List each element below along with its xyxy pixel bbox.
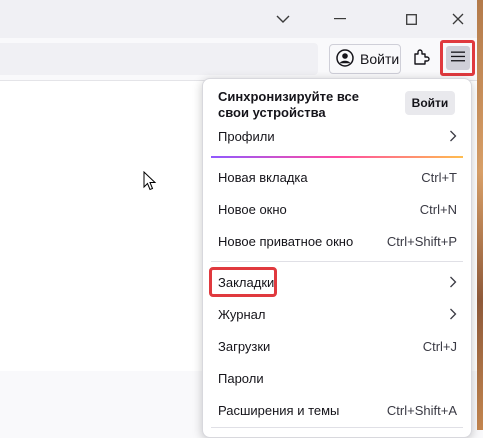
minimize-icon[interactable] <box>317 0 363 38</box>
menu-item-downloads[interactable]: Загрузки Ctrl+J <box>203 331 471 361</box>
menu-item-label: Пароли <box>218 370 264 386</box>
menu-item-new-private-window[interactable]: Новое приватное окно Ctrl+Shift+P <box>203 226 471 256</box>
menu-item-label: Расширения и темы <box>218 402 340 418</box>
nav-toolbar: Войти <box>0 38 483 81</box>
menu-item-passwords[interactable]: Пароли <box>203 363 471 393</box>
menu-item-shortcut: Ctrl+N <box>419 201 457 217</box>
sync-prompt-text: Синхронизируйте все свои устройства <box>218 89 359 120</box>
menu-item-new-window[interactable]: Новое окно Ctrl+N <box>203 194 471 224</box>
menu-item-profiles[interactable]: Профили <box>203 121 471 151</box>
menu-divider <box>211 261 463 262</box>
menu-item-label: Новая вкладка <box>218 169 308 185</box>
app-menu-panel: Синхронизируйте все свои устройства Войт… <box>202 78 472 438</box>
accent-divider <box>211 156 463 158</box>
app-menu-button[interactable] <box>440 40 475 76</box>
menu-item-label: Загрузки <box>218 338 271 354</box>
menu-item-history[interactable]: Журнал <box>203 299 471 329</box>
menu-item-label: Новое окно <box>218 201 287 217</box>
mouse-pointer-icon <box>143 170 157 196</box>
account-signin-label: Войти <box>360 51 400 67</box>
desktop-background-edge <box>477 0 483 430</box>
puzzle-piece-icon <box>412 48 430 71</box>
chevron-right-icon <box>449 130 457 142</box>
account-signin-button[interactable]: Войти <box>329 44 401 74</box>
extensions-button[interactable] <box>407 44 435 74</box>
chevron-right-icon <box>449 276 457 288</box>
menu-divider <box>211 427 463 428</box>
menu-item-label: Профили <box>218 128 275 144</box>
chevron-right-icon <box>449 308 457 320</box>
menu-item-new-tab[interactable]: Новая вкладка Ctrl+T <box>203 162 471 192</box>
account-icon <box>336 48 354 70</box>
maximize-icon[interactable] <box>388 0 434 38</box>
menu-item-label: Новое приватное окно <box>218 233 354 249</box>
url-bar[interactable] <box>0 43 318 75</box>
menu-item-shortcut: Ctrl+J <box>422 338 457 354</box>
menu-item-shortcut: Ctrl+Shift+A <box>386 402 457 418</box>
close-icon[interactable] <box>435 0 481 38</box>
menu-item-label: Журнал <box>218 306 266 322</box>
sync-signin-button[interactable]: Войти <box>405 91 455 115</box>
chevron-down-icon[interactable] <box>260 0 306 38</box>
menu-item-shortcut: Ctrl+Shift+P <box>386 233 457 249</box>
title-bar <box>0 0 483 38</box>
menu-item-addons-themes[interactable]: Расширения и темы Ctrl+Shift+A <box>203 395 471 425</box>
hamburger-menu-icon <box>450 49 465 67</box>
menu-item-shortcut: Ctrl+T <box>421 169 457 185</box>
bookmarks-highlight-box <box>209 267 277 297</box>
